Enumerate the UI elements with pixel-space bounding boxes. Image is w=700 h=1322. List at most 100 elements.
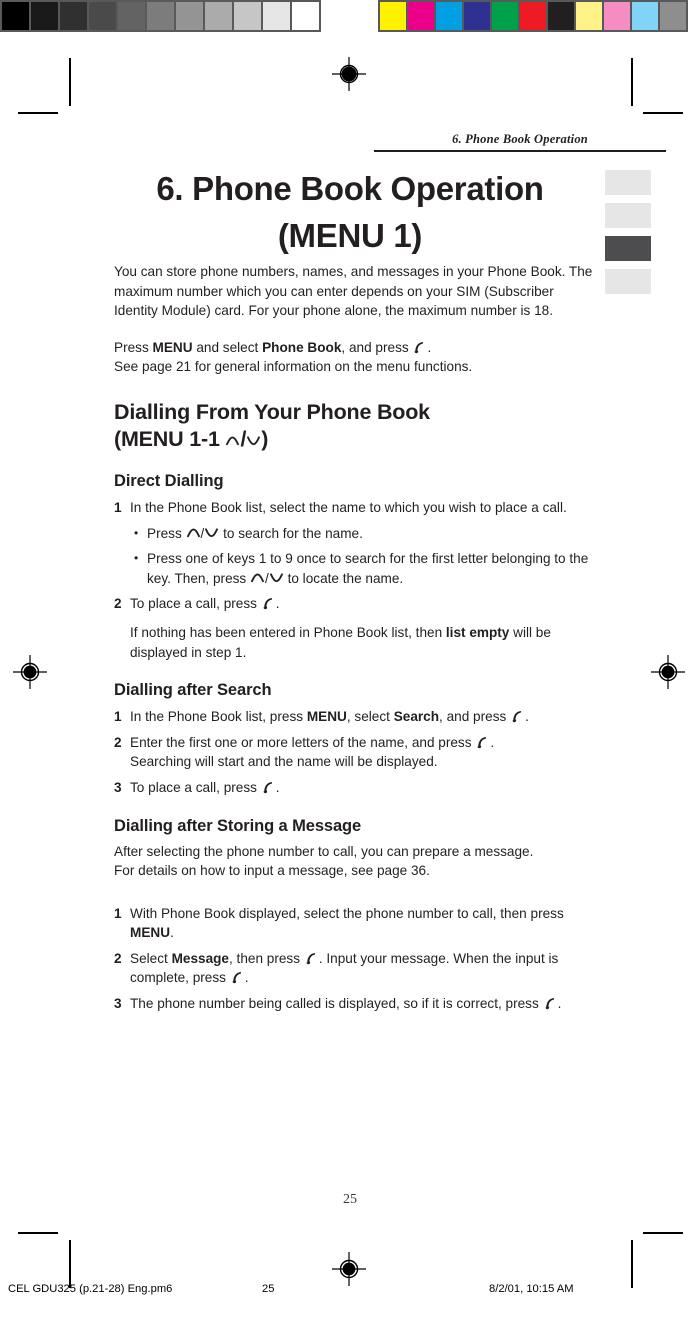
press-menu-pre: Press	[114, 339, 153, 355]
running-header: 6. Phone Book Operation	[374, 132, 666, 152]
subheading-direct-dialling: Direct Dialling	[114, 471, 224, 490]
note-bold: list empty	[445, 624, 510, 640]
list-item: 3 The phone number being called is displ…	[114, 994, 594, 1014]
section-heading-line2-post: )	[261, 426, 269, 451]
section-heading-line2-pre: (MENU 1-1	[114, 426, 226, 451]
list-item: 2 Select Message, then press . Input you…	[114, 949, 594, 988]
manual-page: 6. Phone Book Operation 6. Phone Book Op…	[0, 0, 700, 1322]
step-post: .	[275, 596, 280, 612]
list-item: 2 To place a call, press .	[114, 594, 594, 614]
list-item: 1 With Phone Book displayed, select the …	[114, 904, 594, 943]
step-mid: , select	[346, 709, 394, 725]
step-bold-menu: MENU	[130, 925, 171, 941]
step-bold-message: Message	[171, 950, 229, 966]
intro-paragraph: You can store phone numbers, names, and …	[114, 264, 593, 319]
step-pre: To place a call, press	[130, 779, 261, 795]
step-bold-menu: MENU	[306, 709, 347, 725]
list-item: 2 Enter the first one or more letters of…	[114, 733, 594, 772]
chapter-tab-2	[605, 203, 651, 228]
page-title: 6. Phone Book Operation (MENU 1)	[156, 170, 544, 254]
step-post: , and press	[439, 709, 511, 725]
step-text: Enter the first one or more letters of t…	[130, 733, 594, 772]
step-end: .	[525, 709, 529, 725]
step-number: 1	[114, 499, 122, 515]
chapter-tab-4	[605, 269, 651, 294]
phone-send-icon	[544, 997, 557, 1010]
step-text: Select Message, then press . Input your …	[130, 949, 594, 988]
footer-timestamp: 8/2/01, 10:15 AM	[489, 1283, 574, 1295]
bullet-dot: •	[134, 551, 139, 566]
print-footer: CEL GDU325 (p.21-28) Eng.pm6 25 8/2/01, …	[0, 1278, 700, 1308]
page-body: You can store phone numbers, names, and …	[114, 262, 594, 1014]
running-header-text: 6. Phone Book Operation	[452, 132, 588, 146]
step-pre: Select	[130, 950, 172, 966]
press-menu-mid: and select	[192, 339, 263, 355]
step-post: .	[557, 996, 562, 1012]
scroll-down-icon	[246, 434, 261, 447]
step-post: .	[490, 734, 495, 750]
bullet-text: Press one of keys 1 to 9 once to search …	[147, 549, 594, 588]
list-item: • Press / to search for the name.	[134, 524, 594, 544]
note-pre: If nothing has been entered in Phone Boo…	[130, 624, 446, 640]
section-heading-dialling: Dialling From Your Phone Book (MENU 1-1 …	[114, 399, 594, 453]
step-text: In the Phone Book list, press MENU, sele…	[130, 707, 594, 727]
list-item: • Press one of keys 1 to 9 once to searc…	[134, 549, 594, 588]
bullet-dot: •	[134, 525, 139, 540]
bullet-post: to search for the name.	[219, 525, 363, 541]
step-number: 3	[114, 996, 122, 1012]
step-number: 1	[114, 905, 122, 921]
press-menu-end: .	[427, 339, 432, 355]
chapter-tab-strip	[605, 170, 651, 302]
footer-page: 25	[262, 1283, 275, 1295]
storing-intro-line2: For details on how to input a message, s…	[114, 863, 430, 879]
step-text: With Phone Book displayed, select the ph…	[130, 904, 594, 943]
step-line2: Searching will start and the name will b…	[130, 754, 438, 770]
subheading-dialling-after-search: Dialling after Search	[114, 681, 272, 700]
chapter-tab-3	[605, 236, 651, 261]
chapter-tab-1	[605, 170, 651, 195]
press-menu-key: MENU	[152, 339, 193, 355]
step-number: 3	[114, 779, 122, 795]
press-menu-line: Press MENU and select Phone Book, and pr…	[114, 338, 594, 358]
step-text: To place a call, press .	[130, 778, 594, 798]
step-text: To place a call, press .	[130, 594, 594, 614]
phone-send-icon	[262, 781, 275, 794]
step-text: In the Phone Book list, select the name …	[130, 499, 567, 515]
phone-send-icon	[476, 736, 489, 749]
scroll-up-icon	[225, 434, 240, 447]
bullet-text: Press / to search for the name.	[147, 524, 594, 544]
step-post: .	[275, 779, 280, 795]
step-number: 1	[114, 709, 122, 725]
phone-send-icon	[305, 952, 318, 965]
press-menu-post: , and press	[341, 339, 413, 355]
step-text: The phone number being called is display…	[130, 994, 594, 1014]
list-item: 3 To place a call, press .	[114, 778, 594, 798]
bullet-pre: Press	[147, 525, 186, 541]
subheading-dialling-after-storing: Dialling after Storing a Message	[114, 816, 362, 835]
phone-send-icon	[511, 710, 524, 723]
step-pre: Enter the first one or more letters of t…	[130, 734, 476, 750]
footer-filename: CEL GDU325 (p.21-28) Eng.pm6	[8, 1283, 173, 1295]
phone-send-icon	[413, 341, 426, 354]
list-item: 1 In the Phone Book list, press MENU, se…	[114, 707, 594, 727]
step-post: .	[170, 925, 174, 941]
list-item: 1 In the Phone Book list, select the nam…	[114, 498, 594, 518]
step-mid: , then press	[229, 950, 304, 966]
scroll-up-icon	[186, 526, 201, 539]
step-bold-search: Search	[393, 709, 440, 725]
step-pre: To place a call, press	[130, 596, 261, 612]
step-number: 2	[114, 596, 122, 612]
section-heading-line1: Dialling From Your Phone Book	[114, 399, 430, 424]
storing-intro-line1: After selecting the phone number to call…	[114, 843, 534, 859]
press-menu-item: Phone Book	[262, 339, 342, 355]
step-note: If nothing has been entered in Phone Boo…	[130, 623, 594, 662]
step-pre: In the Phone Book list, press	[130, 709, 307, 725]
running-header-rule	[374, 150, 666, 152]
bullet-post: to locate the name.	[283, 570, 404, 586]
step-pre: With Phone Book displayed, select the ph…	[130, 905, 564, 921]
page-number: 25	[343, 1192, 357, 1207]
phone-send-icon	[231, 971, 244, 984]
scroll-up-icon	[250, 571, 265, 584]
step-number: 2	[114, 950, 122, 966]
phone-send-icon	[262, 597, 275, 610]
